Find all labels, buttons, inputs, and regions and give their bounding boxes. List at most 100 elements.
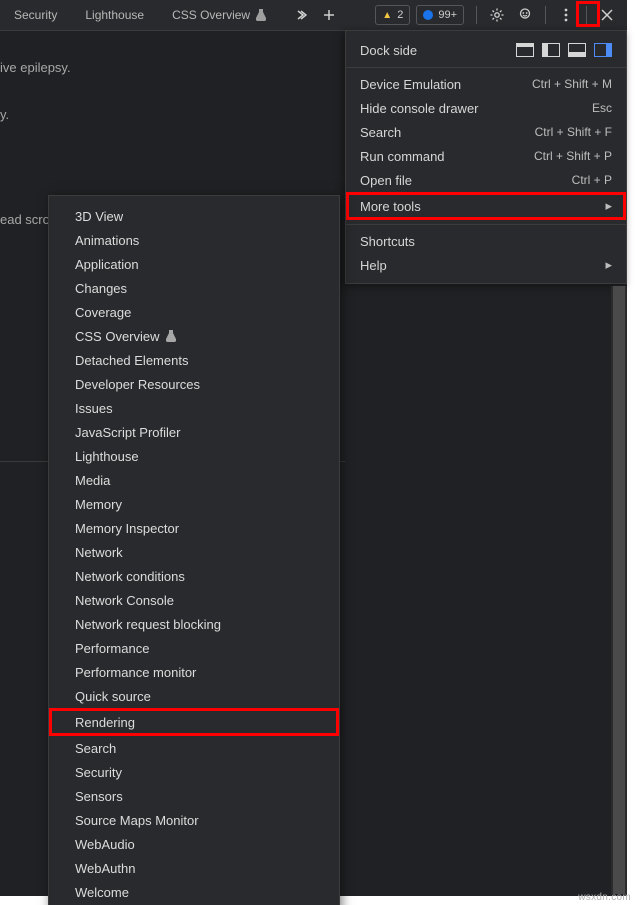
more-tools-item-label: Quick source [75, 689, 151, 704]
more-tools-item-label: Coverage [75, 305, 131, 320]
more-tools-item[interactable]: Rendering [49, 708, 339, 736]
menu-run-command[interactable]: Run commandCtrl + Shift + P [346, 144, 626, 168]
more-tools-item[interactable]: JavaScript Profiler [49, 420, 339, 444]
more-tools-item-label: JavaScript Profiler [75, 425, 180, 440]
menu-search[interactable]: SearchCtrl + Shift + F [346, 120, 626, 144]
more-tools-item-label: Animations [75, 233, 139, 248]
more-tools-item[interactable]: Performance [49, 636, 339, 660]
vertical-scrollbar[interactable] [611, 286, 627, 894]
more-tools-item[interactable]: Search [49, 736, 339, 760]
more-tools-item[interactable]: Changes [49, 276, 339, 300]
more-tools-submenu: 3D View Animations Application Changes Cover… [48, 195, 340, 905]
menu-help[interactable]: Help▸ [346, 253, 626, 277]
more-tools-item[interactable]: Lighthouse [49, 444, 339, 468]
more-tools-item-label: WebAuthn [75, 861, 135, 876]
toolbar-divider [586, 6, 587, 24]
more-tools-item[interactable]: 3D View [49, 204, 339, 228]
menu-more-tools[interactable]: More tools ▸ [346, 192, 626, 220]
menu-device-emulation[interactable]: Device EmulationCtrl + Shift + M [346, 72, 626, 96]
more-tools-item-label: Changes [75, 281, 127, 296]
warnings-badge[interactable]: ▲ 2 [375, 5, 410, 25]
warning-icon: ▲ [382, 10, 392, 21]
more-tools-item-label: Sensors [75, 789, 123, 804]
tab-label: Lighthouse [85, 8, 144, 22]
more-tools-item[interactable]: Performance monitor [49, 660, 339, 684]
more-tools-item[interactable]: Memory [49, 492, 339, 516]
more-tools-item-label: Issues [75, 401, 113, 416]
chevron-right-icon: ▸ [605, 198, 612, 214]
menu-label: Search [360, 125, 401, 140]
more-tools-item[interactable]: Sensors [49, 784, 339, 808]
info-count: 99+ [438, 9, 457, 21]
more-tools-item[interactable]: WebAuthn [49, 856, 339, 880]
add-tab-button[interactable] [318, 4, 340, 26]
more-tools-item[interactable]: Source Maps Monitor [49, 808, 339, 832]
menu-label: Device Emulation [360, 77, 461, 92]
more-tools-item[interactable]: Network conditions [49, 564, 339, 588]
more-tools-item-label: WebAudio [75, 837, 135, 852]
tabs-overflow-button[interactable] [290, 4, 312, 26]
more-tools-item-label: Network request blocking [75, 617, 221, 632]
more-tools-item-label: Performance [75, 641, 149, 656]
more-tools-item[interactable]: Network Console [49, 588, 339, 612]
toolbar-divider [545, 6, 546, 24]
warnings-count: 2 [397, 9, 403, 21]
more-tools-item[interactable]: Quick source [49, 684, 339, 708]
beaker-icon [256, 9, 266, 21]
more-tools-item-label: 3D View [75, 209, 123, 224]
menu-shortcut: Ctrl + Shift + P [534, 149, 612, 163]
tab-label: CSS Overview [172, 8, 250, 22]
dock-side-label: Dock side [360, 43, 417, 58]
dock-bottom-icon[interactable] [568, 43, 586, 57]
menu-shortcuts[interactable]: Shortcuts [346, 229, 626, 253]
menu-open-file[interactable]: Open file Ctrl + P [346, 168, 626, 192]
menu-label: More tools [360, 199, 421, 214]
more-tools-item-label: Source Maps Monitor [75, 813, 199, 828]
beaker-icon [166, 330, 176, 342]
more-tools-item[interactable]: Application [49, 252, 339, 276]
more-tools-item[interactable]: Detached Elements [49, 348, 339, 372]
scrollbar-thumb[interactable] [613, 286, 625, 894]
close-icon[interactable] [596, 4, 618, 26]
more-tools-item[interactable]: WebAudio [49, 832, 339, 856]
more-tools-item[interactable]: Network request blocking [49, 612, 339, 636]
more-tools-item[interactable]: Security [49, 760, 339, 784]
dock-right-icon[interactable] [594, 43, 612, 57]
more-tools-item[interactable]: Coverage [49, 300, 339, 324]
tab-css-overview[interactable]: CSS Overview [158, 0, 280, 30]
more-tools-item-label: Search [75, 741, 116, 756]
more-tools-item-label: Developer Resources [75, 377, 200, 392]
feedback-icon[interactable] [514, 4, 536, 26]
more-tools-item-label: Welcome [75, 885, 129, 900]
bg-text: y. [0, 107, 345, 122]
more-tools-item-label: Performance monitor [75, 665, 196, 680]
more-tools-item[interactable]: Issues [49, 396, 339, 420]
more-tools-item[interactable]: Animations [49, 228, 339, 252]
more-tools-item-label: Memory [75, 497, 122, 512]
more-tools-item-label: CSS Overview [75, 329, 160, 344]
more-tools-item[interactable]: Developer Resources [49, 372, 339, 396]
more-tools-item[interactable]: Network [49, 540, 339, 564]
toolbar-divider [476, 6, 477, 24]
more-tools-item[interactable]: Media [49, 468, 339, 492]
more-tools-item[interactable]: Memory Inspector [49, 516, 339, 540]
more-tools-item[interactable]: CSS Overview [49, 324, 339, 348]
more-tools-item[interactable]: Welcome [49, 880, 339, 904]
tab-lighthouse[interactable]: Lighthouse [71, 0, 158, 30]
menu-shortcut: Ctrl + P [572, 173, 612, 187]
kebab-menu-button[interactable] [555, 4, 577, 26]
menu-label: Hide console drawer [360, 101, 479, 116]
menu-separator [346, 67, 626, 68]
bg-text: ive epilepsy. [0, 60, 345, 75]
dock-undock-icon[interactable] [516, 43, 534, 57]
more-tools-item-label: Memory Inspector [75, 521, 179, 536]
gear-icon[interactable] [486, 4, 508, 26]
menu-label: Open file [360, 173, 412, 188]
info-badge[interactable]: 99+ [416, 5, 464, 25]
chevron-right-icon: ▸ [605, 257, 612, 273]
tab-strip: Security Lighthouse CSS Overview [0, 0, 343, 30]
dock-left-icon[interactable] [542, 43, 560, 57]
menu-hide-console[interactable]: Hide console drawerEsc [346, 96, 626, 120]
main-menu-dropdown: Dock side Device EmulationCtrl + Shift +… [345, 30, 627, 284]
tab-security[interactable]: Security [0, 0, 71, 30]
